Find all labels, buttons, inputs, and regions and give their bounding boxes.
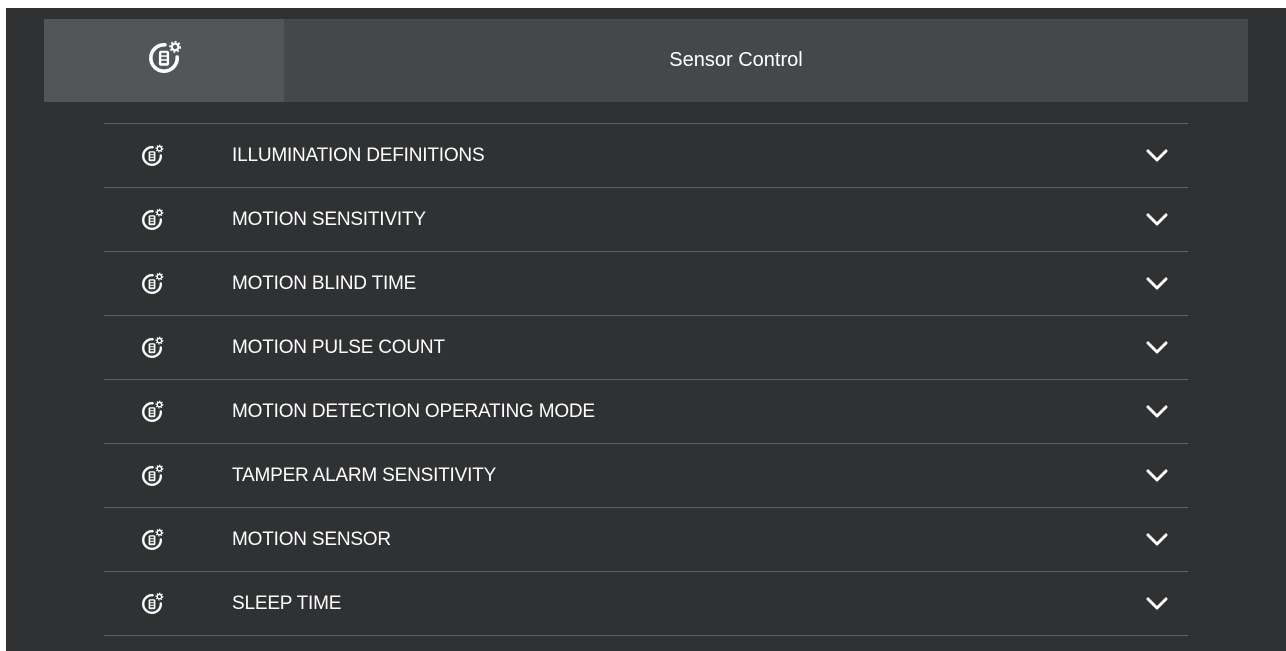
- sensor-gear-icon: [140, 400, 180, 424]
- header-icon-cell[interactable]: [44, 19, 284, 102]
- sensor-gear-icon: [140, 592, 180, 616]
- chevron-down-icon[interactable]: [1142, 277, 1172, 291]
- sensor-gear-icon: [140, 336, 180, 360]
- list-item-label: MOTION SENSOR: [232, 528, 391, 550]
- chevron-down-icon[interactable]: [1142, 341, 1172, 355]
- chevron-down-icon[interactable]: [1142, 533, 1172, 547]
- list-item-label: MOTION PULSE COUNT: [232, 336, 445, 358]
- list-item[interactable]: TAMPER ALARM SENSITIVITY: [104, 444, 1188, 508]
- list-item[interactable]: MOTION PULSE COUNT: [104, 316, 1188, 380]
- list-item-label: SLEEP TIME: [232, 592, 342, 614]
- chevron-down-icon[interactable]: [1142, 149, 1172, 163]
- list-item[interactable]: MOTION DETECTION OPERATING MODE: [104, 380, 1188, 444]
- list-item[interactable]: MOTION BLIND TIME: [104, 252, 1188, 316]
- sensor-gear-icon: [140, 208, 180, 232]
- page-title: Sensor Control: [669, 49, 803, 71]
- list-item-label: TAMPER ALARM SENSITIVITY: [232, 464, 497, 486]
- sensor-gear-icon: [140, 144, 180, 168]
- list-item-label: MOTION DETECTION OPERATING MODE: [232, 400, 595, 422]
- chevron-down-icon[interactable]: [1142, 405, 1172, 419]
- list-item-label: ILLUMINATION DEFINITIONS: [232, 144, 485, 166]
- header-bar: Sensor Control: [44, 19, 1248, 102]
- list-item[interactable]: ILLUMINATION DEFINITIONS: [104, 124, 1188, 188]
- list-item-label: MOTION SENSITIVITY: [232, 208, 426, 230]
- chevron-down-icon[interactable]: [1142, 469, 1172, 483]
- sensor-gear-icon: [140, 272, 180, 296]
- chevron-down-icon[interactable]: [1142, 597, 1172, 611]
- sensor-gear-icon: [146, 40, 182, 81]
- list-item[interactable]: SLEEP TIME: [104, 572, 1188, 636]
- settings-list: ILLUMINATION DEFINITIONS MOTION SENSITIV…: [104, 123, 1188, 636]
- sensor-gear-icon: [140, 464, 180, 488]
- list-item[interactable]: MOTION SENSITIVITY: [104, 188, 1188, 252]
- list-item-label: MOTION BLIND TIME: [232, 272, 417, 294]
- list-item[interactable]: MOTION SENSOR: [104, 508, 1188, 572]
- app-frame: Sensor Control ILLUMINATION DEFINITIONS: [6, 8, 1286, 651]
- chevron-down-icon[interactable]: [1142, 213, 1172, 227]
- sensor-gear-icon: [140, 528, 180, 552]
